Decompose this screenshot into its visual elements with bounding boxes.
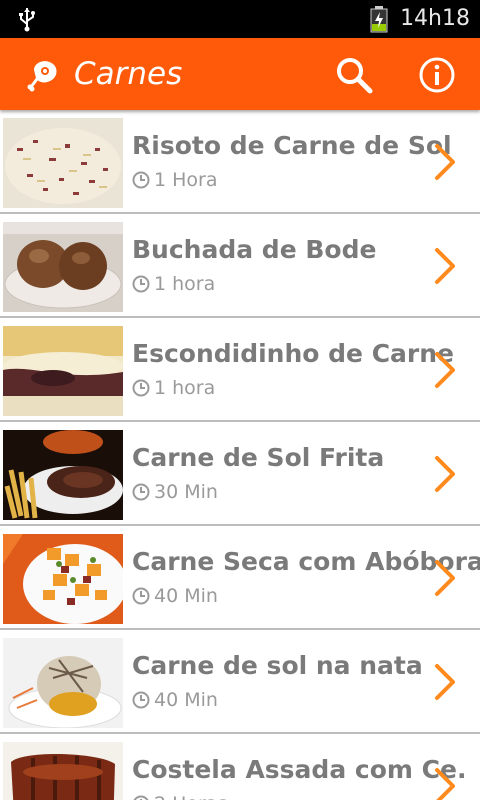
battery-charging-icon	[370, 6, 388, 33]
recipe-thumbnail	[3, 118, 123, 208]
recipe-time-label: 40 Min	[154, 585, 218, 607]
recipe-name: Carne Seca com Abóbora	[132, 547, 480, 576]
clock-icon	[132, 275, 150, 293]
recipe-time-label: 30 Min	[154, 481, 218, 503]
recipe-row-buchada[interactable]: Buchada de Bode 1 hora	[0, 214, 480, 318]
chevron-right-icon	[435, 560, 455, 596]
chevron-right-icon	[435, 352, 455, 388]
recipe-row-risoto[interactable]: Risoto de Carne de Sol 1 Hora	[0, 110, 480, 214]
usb-icon	[19, 8, 35, 32]
recipe-name: Buchada de Bode	[132, 235, 377, 264]
recipe-row-carne-frita[interactable]: Carne de Sol Frita 30 Min	[0, 422, 480, 526]
clock-icon	[132, 587, 150, 605]
recipe-thumbnail	[3, 222, 123, 312]
clock-icon	[132, 379, 150, 397]
recipe-row-costela[interactable]: Costela Assada com Ce. 2 Horas	[0, 734, 480, 800]
recipe-time-label: 40 Min	[154, 689, 218, 711]
chevron-right-icon	[435, 456, 455, 492]
status-bar: 14h18	[0, 0, 480, 38]
clock-icon	[132, 483, 150, 501]
recipe-list[interactable]: Risoto de Carne de Sol 1 Hora Buchada de…	[0, 110, 480, 800]
clock-icon	[132, 691, 150, 709]
clock-icon	[132, 171, 150, 189]
status-clock: 14h18	[400, 6, 470, 31]
recipe-name: Risoto de Carne de Sol	[132, 131, 452, 160]
recipe-name: Escondidinho de Carne	[132, 339, 455, 368]
recipe-name: Costela Assada com Ce.	[132, 755, 467, 784]
recipe-thumbnail	[3, 430, 123, 520]
clock-icon	[133, 795, 149, 800]
recipe-thumbnail	[3, 534, 123, 624]
recipe-thumbnail	[3, 326, 123, 416]
recipe-thumbnail	[3, 638, 123, 728]
recipe-name: Carne de sol na nata	[132, 651, 423, 680]
search-icon[interactable]	[334, 55, 374, 95]
chevron-right-icon	[435, 664, 455, 700]
meat-logo-icon	[27, 61, 57, 92]
chevron-right-icon	[435, 248, 455, 284]
recipe-row-na-nata[interactable]: Carne de sol na nata 40 Min	[0, 630, 480, 734]
app-bar: Carnes	[0, 38, 480, 110]
chevron-right-icon	[435, 144, 455, 180]
chevron-right-icon	[435, 768, 455, 800]
recipe-name: Carne de Sol Frita	[132, 443, 385, 472]
recipe-time-label: 2 Horas	[154, 792, 227, 800]
recipe-time-label: 1 Hora	[154, 169, 218, 191]
recipe-row-escondidinho[interactable]: Escondidinho de Carne 1 hora	[0, 318, 480, 422]
recipe-row-carne-seca[interactable]: Carne Seca com Abóbora 40 Min	[0, 526, 480, 630]
recipe-thumbnail	[3, 742, 123, 800]
recipe-time-label: 1 hora	[154, 377, 216, 399]
recipe-time-label: 1 hora	[154, 273, 216, 295]
info-icon[interactable]	[418, 56, 456, 94]
page-title: Carnes	[74, 56, 183, 92]
